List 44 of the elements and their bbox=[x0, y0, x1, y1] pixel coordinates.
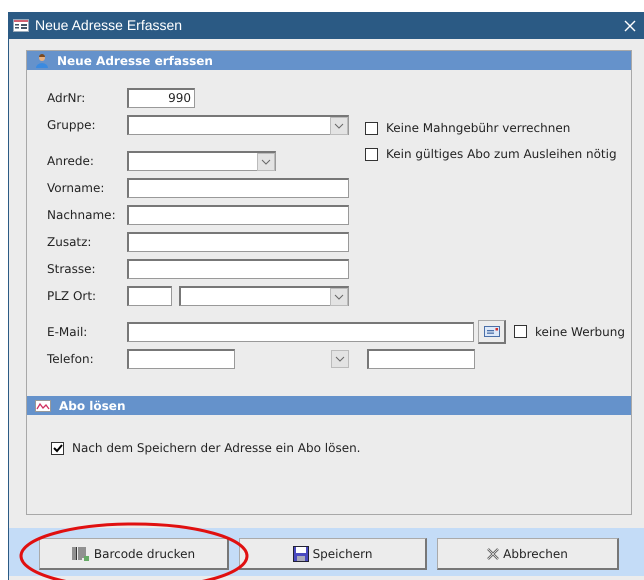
field-label: Gruppe: bbox=[47, 116, 96, 134]
field-label: E-Mail: bbox=[47, 324, 88, 340]
checkbox-label: Kein gültiges Abo zum Ausleihen nötig bbox=[386, 146, 617, 163]
input-field[interactable]: 990 bbox=[127, 88, 195, 108]
input-field[interactable] bbox=[127, 286, 172, 306]
card-icon bbox=[484, 326, 500, 336]
field-label: Zusatz: bbox=[47, 234, 92, 250]
checkbox[interactable] bbox=[365, 148, 378, 160]
field-label: Vorname: bbox=[47, 180, 106, 196]
close-icon[interactable] bbox=[624, 20, 636, 32]
checkbox-label: keine Werbung bbox=[535, 324, 625, 340]
field-label: Nachname: bbox=[47, 206, 117, 224]
input-field[interactable] bbox=[367, 348, 475, 368]
field-label: AdrNr: bbox=[47, 90, 86, 106]
input-field[interactable] bbox=[127, 178, 349, 198]
section-title: Abo lösen bbox=[59, 398, 126, 414]
input-field[interactable] bbox=[127, 204, 349, 224]
person-icon bbox=[35, 54, 49, 68]
input-field[interactable] bbox=[127, 348, 235, 368]
action-button[interactable]: Barcode drucken bbox=[39, 538, 229, 570]
chart-icon bbox=[35, 400, 51, 412]
field-label: Strasse: bbox=[47, 260, 97, 278]
action-button[interactable]: Speichern bbox=[239, 538, 427, 570]
section-title: Neue Adresse erfassen bbox=[57, 52, 213, 70]
input-field[interactable] bbox=[127, 322, 474, 342]
combo-box[interactable] bbox=[127, 114, 349, 134]
checkbox[interactable] bbox=[51, 442, 64, 454]
field-label: Telefon: bbox=[47, 350, 95, 368]
checkbox-label: Keine Mahngebühr verrechnen bbox=[386, 120, 570, 137]
input-field[interactable] bbox=[127, 258, 349, 278]
checkbox[interactable] bbox=[514, 325, 527, 338]
window-title: Neue Adresse Erfassen bbox=[35, 16, 182, 35]
field-label: PLZ Ort: bbox=[47, 288, 98, 304]
combo-box[interactable] bbox=[179, 286, 349, 306]
barcode-icon bbox=[72, 546, 90, 562]
action-button[interactable]: Abbrechen bbox=[437, 538, 619, 570]
field-label: Anrede: bbox=[47, 152, 95, 170]
form-icon bbox=[13, 19, 29, 32]
input-field[interactable] bbox=[127, 232, 349, 252]
email-button[interactable] bbox=[478, 320, 506, 344]
combo-box[interactable] bbox=[127, 150, 276, 170]
checkbox[interactable] bbox=[365, 122, 378, 134]
cancel-icon bbox=[487, 548, 500, 560]
checkbox-label: Nach dem Speichern der Adresse ein Abo lösen. bbox=[72, 440, 360, 457]
